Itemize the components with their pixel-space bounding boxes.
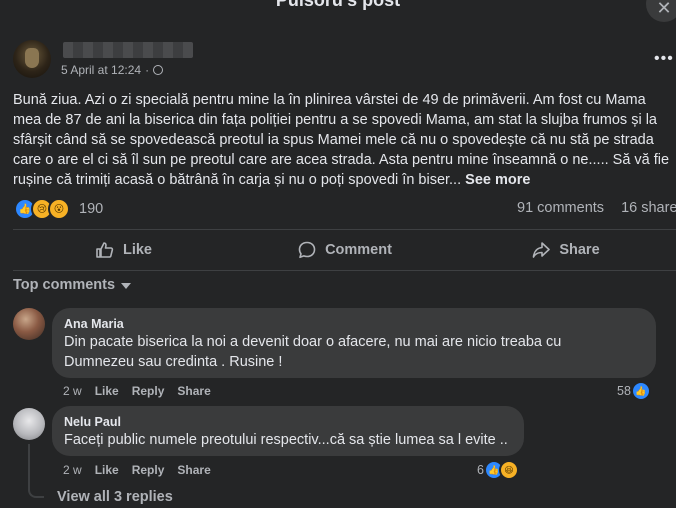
comments-filter-dropdown[interactable]: Top comments	[13, 277, 132, 293]
comment-age[interactable]: 2 w	[63, 463, 82, 477]
divider	[13, 229, 676, 230]
post-text-line: mea de 87 de ani la biserica din fața po…	[13, 112, 657, 128]
comment-button[interactable]: Comment	[234, 232, 455, 268]
post-text-line: care o are el ci să îl sun pe preotul ca…	[13, 152, 670, 168]
share-icon	[533, 242, 551, 258]
chevron-down-icon	[121, 283, 132, 289]
meta-separator: ·	[145, 63, 150, 77]
see-more-link[interactable]: See more	[465, 172, 530, 188]
post-actions: Like Comment Share	[13, 232, 676, 268]
comment-reactions[interactable]: 6 👍 😆	[477, 460, 519, 480]
post-body: Bună ziua. Azi o zi specială pentru mine…	[13, 90, 676, 190]
engagement-counts: 91 comments 16 shares	[517, 200, 676, 216]
comment-text-line: Dumnezeu sau credinta . Rusine !	[64, 354, 283, 370]
post-text-line: sfârșit când să se spovedească preotul i…	[13, 132, 654, 148]
post-text-line: rușine că trimiți acasă o bătrână în car…	[13, 172, 462, 188]
comment-bubble: Nelu Paul Faceți public numele preotului…	[52, 406, 524, 456]
shares-count[interactable]: 16 shares	[621, 200, 676, 216]
share-button[interactable]: Share	[455, 232, 676, 268]
comment-reaction-count: 58	[617, 384, 631, 398]
comment-text-line: Din pacate biserica la noi a devenit doa…	[64, 334, 562, 350]
like-reaction-icon: 👍	[630, 381, 651, 401]
comments-count[interactable]: 91 comments	[517, 200, 604, 216]
comment-text-line: Faceți public numele preotului respectiv…	[64, 432, 508, 448]
comment-label: Comment	[325, 242, 392, 258]
comment-reaction-count: 6	[477, 463, 484, 477]
like-button[interactable]: Like	[13, 232, 234, 268]
haha-reaction-icon: 😆	[498, 460, 519, 480]
view-replies-link[interactable]: View all 3 replies	[57, 489, 173, 505]
reaction-summary[interactable]: 👍 😢 😮 190	[14, 198, 103, 220]
commenter-name[interactable]: Ana Maria	[64, 316, 644, 332]
post-timestamp[interactable]: 5 April at 12:24	[61, 63, 141, 77]
post-meta: 5 April at 12:24 ·	[61, 63, 164, 77]
comment-bubble: Ana Maria Din pacate biserica la noi a d…	[52, 308, 656, 378]
author-name-redacted[interactable]	[63, 42, 193, 58]
comment-icon	[298, 241, 316, 259]
comment-share-button[interactable]: Share	[177, 384, 210, 398]
post-text-line: Bună ziua. Azi o zi specială pentru mine…	[13, 92, 646, 108]
commenter-avatar[interactable]	[13, 408, 45, 440]
comments-filter-label: Top comments	[13, 277, 116, 293]
comment-actions: 2 w Like Reply Share	[63, 384, 211, 398]
close-button[interactable]: ✕	[646, 0, 676, 22]
commenter-name[interactable]: Nelu Paul	[64, 414, 512, 430]
wow-reaction-icon: 😮	[48, 198, 70, 220]
comment-age[interactable]: 2 w	[63, 384, 82, 398]
divider	[13, 270, 676, 271]
comment-share-button[interactable]: Share	[177, 463, 210, 477]
comment-reply-button[interactable]: Reply	[132, 463, 165, 477]
more-options-icon[interactable]: •••	[654, 50, 674, 68]
reaction-count: 190	[79, 201, 104, 217]
like-label: Like	[122, 242, 152, 258]
author-avatar[interactable]	[13, 40, 51, 78]
globe-icon[interactable]	[153, 65, 164, 75]
comment-reactions[interactable]: 58 👍	[617, 381, 651, 401]
dialog-header: Pulsoru's post ✕	[0, 0, 676, 22]
comment-like-button[interactable]: Like	[95, 463, 119, 477]
thumbs-up-icon	[96, 242, 114, 258]
commenter-avatar[interactable]	[13, 308, 45, 340]
close-icon: ✕	[656, 0, 672, 18]
dialog-title: Pulsoru's post	[275, 0, 401, 10]
comment-actions: 2 w Like Reply Share	[63, 463, 211, 477]
reply-thread-line	[28, 444, 44, 498]
comment-reply-button[interactable]: Reply	[132, 384, 165, 398]
share-label: Share	[559, 242, 600, 258]
post-text-last-line: rușine că trimiți acasă o bătrână în car…	[13, 170, 676, 190]
comment-like-button[interactable]: Like	[95, 384, 119, 398]
